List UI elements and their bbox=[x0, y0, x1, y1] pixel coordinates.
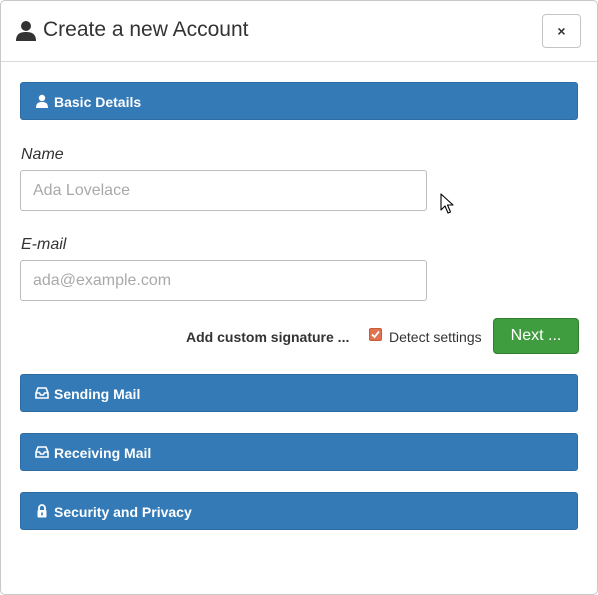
receiving-mail-label: Receiving Mail bbox=[54, 445, 152, 461]
email-label: E-mail bbox=[21, 236, 67, 253]
detect-settings-label[interactable]: Detect settings bbox=[389, 329, 482, 345]
basic-details-label: Basic Details bbox=[54, 94, 142, 110]
next-button[interactable]: Next ... bbox=[493, 318, 579, 354]
security-privacy-label: Security and Privacy bbox=[54, 504, 192, 520]
name-label: Name bbox=[21, 146, 64, 163]
lock-icon bbox=[35, 504, 49, 518]
user-icon bbox=[35, 94, 49, 108]
basic-details-panel-header[interactable]: Basic Details bbox=[20, 82, 578, 120]
sending-mail-panel-header[interactable]: Sending Mail bbox=[20, 374, 578, 412]
create-account-dialog: Create a new Account × Basic Details Nam… bbox=[0, 0, 598, 595]
checkmark-icon bbox=[371, 330, 380, 339]
detect-settings-checkbox[interactable] bbox=[369, 328, 382, 341]
user-icon bbox=[15, 20, 37, 42]
sending-mail-label: Sending Mail bbox=[54, 386, 141, 402]
name-input[interactable] bbox=[20, 170, 427, 211]
mouse-pointer-icon bbox=[440, 193, 454, 215]
inbox-tray-icon bbox=[35, 386, 49, 400]
inbox-tray-icon bbox=[35, 445, 49, 459]
email-input[interactable] bbox=[20, 260, 427, 301]
receiving-mail-panel-header[interactable]: Receiving Mail bbox=[20, 433, 578, 471]
security-privacy-panel-header[interactable]: Security and Privacy bbox=[20, 492, 578, 530]
dialog-title: Create a new Account bbox=[43, 18, 249, 41]
add-custom-signature-link[interactable]: Add custom signature ... bbox=[186, 329, 349, 345]
dialog-header: Create a new Account × bbox=[1, 1, 597, 62]
close-button[interactable]: × bbox=[542, 14, 581, 48]
